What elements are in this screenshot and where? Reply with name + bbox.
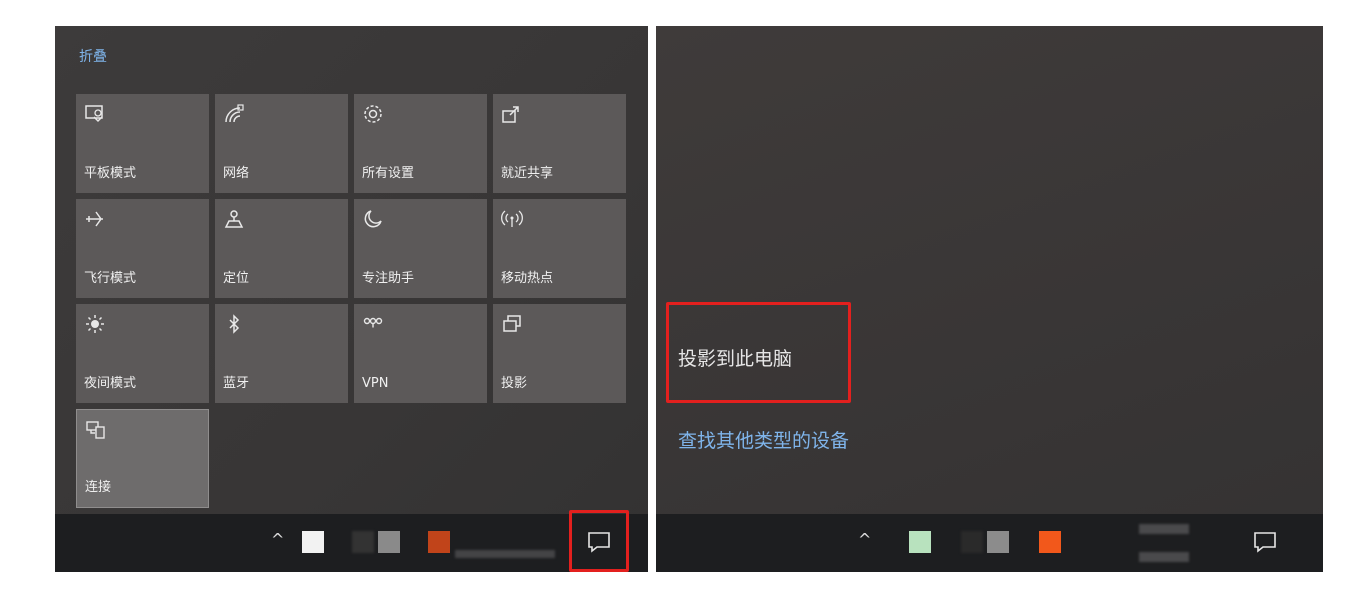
show-hidden-icons-chevron[interactable]: ^ [858,530,871,549]
connect-icon [86,421,105,439]
tile-label: 所有设置 [362,166,415,181]
tile-label: 夜间模式 [84,376,137,391]
tray-app-icon[interactable] [987,531,1009,553]
bluetooth-icon [229,314,240,334]
highlight-box-project [666,302,851,403]
tile-project[interactable]: 投影 [493,304,626,403]
taskbar: ^ [55,510,648,572]
clock-blurred[interactable] [1139,524,1189,534]
tile-night-light[interactable]: 夜间模式 [76,304,209,403]
clock-blurred[interactable] [455,550,555,558]
tray-app-icon[interactable] [909,531,931,553]
tile-label: 网络 [223,166,250,181]
tile-mobile-hotspot[interactable]: 移动热点 [493,199,626,298]
tile-label: 蓝牙 [223,376,250,391]
tile-nearby-share[interactable]: 就近共享 [493,94,626,193]
nearby-share-icon [502,106,519,123]
tray-app-icon[interactable] [352,531,374,553]
action-center-notification-icon[interactable] [1252,530,1278,554]
find-other-devices-link[interactable]: 查找其他类型的设备 [678,426,849,453]
tile-tablet-mode[interactable]: 平板模式 [76,94,209,193]
moon-icon [364,210,382,228]
tile-vpn[interactable]: VPN [354,304,487,403]
tile-label: 投影 [501,376,528,391]
tile-label: VPN [362,376,389,391]
network-icon [225,104,244,123]
tile-location[interactable]: 定位 [215,199,348,298]
hotspot-icon [501,210,523,227]
tile-label: 就近共享 [501,166,554,181]
project-icon [503,315,521,332]
tile-all-settings[interactable]: 所有设置 [354,94,487,193]
tile-label: 平板模式 [84,166,137,181]
tile-label: 飞行模式 [84,271,137,286]
tile-airplane-mode[interactable]: 飞行模式 [76,199,209,298]
tablet-mode-icon [85,105,103,123]
tile-network[interactable]: 网络 [215,94,348,193]
connect-panel: 投影到此电脑 查找其他类型的设备 ^ [656,26,1323,572]
quick-actions-grid: 平板模式 网络 所有设置 就近共享 飞行模式 定位 专注助手 移动热点 夜间模式… [76,94,628,508]
location-icon [224,210,244,228]
night-light-icon [86,315,104,333]
tile-label: 定位 [223,271,250,286]
highlight-box-action-center [569,510,629,572]
tray-app-icon[interactable] [302,531,324,553]
tile-connect[interactable]: 连接 [76,409,209,508]
tray-app-icon[interactable] [961,531,983,553]
date-blurred[interactable] [1139,552,1189,562]
panel-divider [648,26,656,572]
taskbar: ^ [656,514,1323,572]
airplane-icon [86,211,103,227]
tray-app-icon[interactable] [378,531,400,553]
tile-bluetooth[interactable]: 蓝牙 [215,304,348,403]
tray-app-icon[interactable] [428,531,450,553]
show-hidden-icons-chevron[interactable]: ^ [271,530,284,549]
tile-label: 连接 [85,480,112,495]
tile-label: 移动热点 [501,271,554,286]
action-center-panel: 折叠 平板模式 网络 所有设置 就近共享 飞行模式 定位 专注助手 移动热点 夜… [55,26,648,572]
tile-label: 专注助手 [362,271,415,286]
vpn-icon [363,317,383,328]
collapse-link[interactable]: 折叠 [79,46,107,66]
tile-focus-assist[interactable]: 专注助手 [354,199,487,298]
tray-app-icon[interactable] [1039,531,1061,553]
gear-icon [364,105,382,123]
